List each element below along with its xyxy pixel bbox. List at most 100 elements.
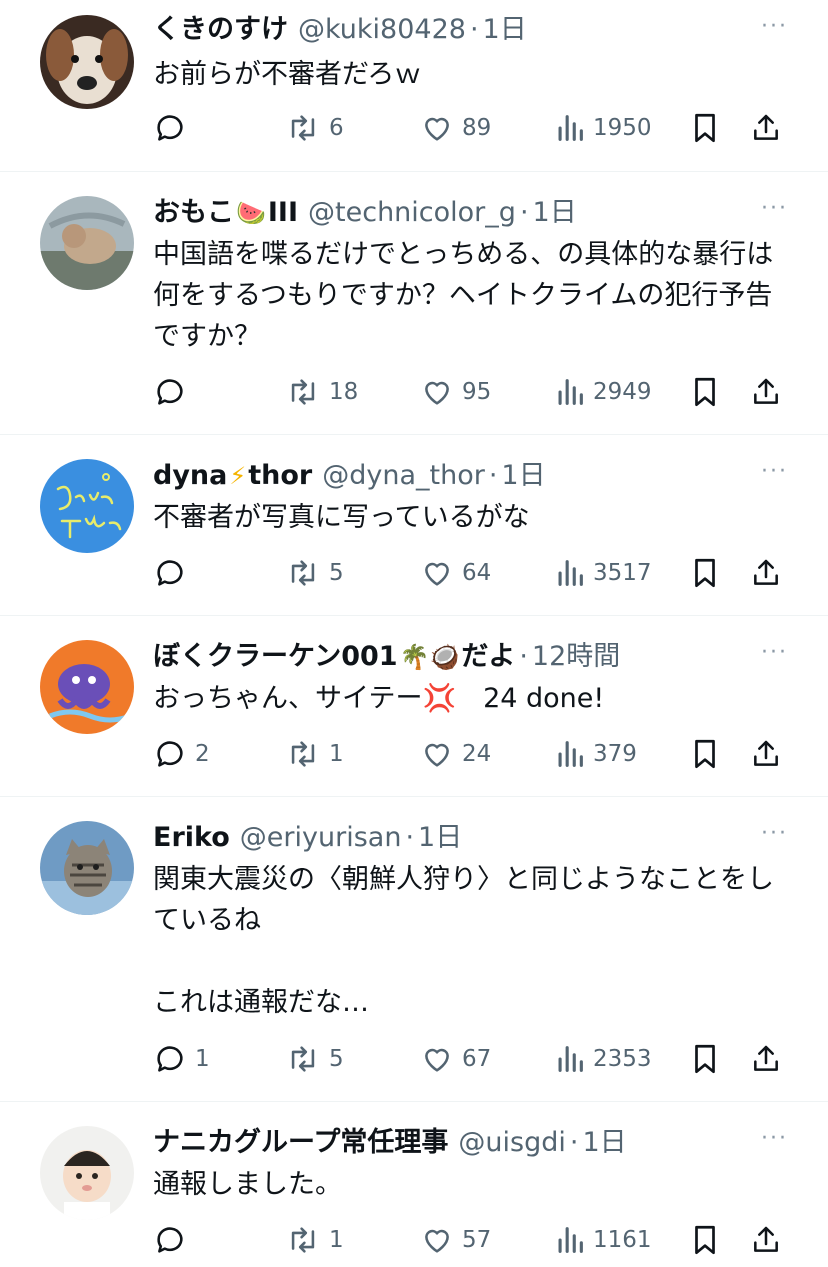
like-button[interactable]: 89 xyxy=(420,108,491,148)
share-button[interactable] xyxy=(750,372,782,412)
dyna-thor-logo-avatar[interactable] xyxy=(40,459,134,553)
baby-photo-avatar[interactable] xyxy=(40,1126,134,1220)
share-button[interactable] xyxy=(750,1220,782,1260)
bar-chart-icon xyxy=(558,379,583,405)
tweet[interactable]: dyna ⚡ thor @dyna_thor · 1日 ··· 不審者が写真に写… xyxy=(0,435,828,616)
dog-photo-avatar[interactable] xyxy=(40,15,134,109)
reply-button[interactable]: 1 xyxy=(153,1039,210,1079)
share-button[interactable] xyxy=(750,734,782,774)
bookmark-button[interactable] xyxy=(690,553,720,593)
display-name[interactable]: dyna xyxy=(153,459,227,493)
retweet-button[interactable]: 6 xyxy=(285,108,344,148)
lightning-emoji: ⚡ xyxy=(229,462,247,490)
like-button[interactable]: 24 xyxy=(420,734,491,774)
retweet-icon xyxy=(291,560,315,586)
retweet-button[interactable]: 5 xyxy=(285,553,344,593)
display-name[interactable]: Eriko xyxy=(153,821,230,855)
bookmark-button[interactable] xyxy=(690,372,720,412)
display-name[interactable]: ぼくクラーケン001 xyxy=(153,640,398,674)
more-options-icon[interactable]: ··· xyxy=(761,821,788,846)
reply-button[interactable] xyxy=(153,372,195,412)
handle[interactable]: @uisgdi xyxy=(458,1126,565,1160)
display-name[interactable]: くきのすけ xyxy=(153,13,288,47)
bookmark-icon xyxy=(695,1044,715,1074)
share-icon xyxy=(754,559,778,585)
reply-button[interactable] xyxy=(153,1220,195,1260)
reply-button[interactable] xyxy=(153,553,195,593)
more-options-icon[interactable]: ··· xyxy=(761,459,788,484)
bookmark-button[interactable] xyxy=(690,1220,720,1260)
views-button[interactable]: 379 xyxy=(555,734,637,774)
heart-icon xyxy=(425,743,449,767)
tweet[interactable]: ぼくクラーケン001 🌴🥥 だよ · 12時間 ··· おっちゃん、サイテー💢 … xyxy=(0,616,828,797)
timestamp[interactable]: 1日 xyxy=(418,821,462,855)
timestamp[interactable]: 1日 xyxy=(582,1126,626,1160)
like-button[interactable]: 64 xyxy=(420,553,491,593)
like-button[interactable]: 57 xyxy=(420,1220,491,1260)
heart-icon xyxy=(425,1229,449,1253)
reply-count: 2 xyxy=(195,741,210,767)
separator-dot: · xyxy=(569,1127,579,1158)
like-count: 64 xyxy=(462,560,492,586)
retweet-button[interactable]: 18 xyxy=(285,372,358,412)
views-button[interactable]: 1161 xyxy=(555,1220,652,1260)
bookmark-button[interactable] xyxy=(690,108,720,148)
bookmark-button[interactable] xyxy=(690,1039,720,1079)
like-button[interactable]: 95 xyxy=(420,372,491,412)
bookmark-button[interactable] xyxy=(690,734,720,774)
more-options-icon[interactable]: ··· xyxy=(761,640,788,665)
display-name-suffix: だよ xyxy=(461,641,516,672)
more-options-icon[interactable]: ··· xyxy=(761,1126,788,1151)
tweet[interactable]: おもこ 🍉 III @technicolor_g · 1日 ··· 中国語を喋る… xyxy=(0,172,828,435)
views-button[interactable]: 1950 xyxy=(555,108,652,148)
handle[interactable]: @technicolor_g xyxy=(308,196,516,230)
tweet[interactable]: くきのすけ @kuki80428 · 1日 ··· お前らが不審者だろｗ 6 8… xyxy=(0,0,828,172)
share-button[interactable] xyxy=(750,108,782,148)
heart-icon xyxy=(425,1048,449,1072)
retweet-count: 1 xyxy=(329,741,344,767)
handle[interactable]: @eriyurisan xyxy=(240,821,402,855)
bar-chart-icon xyxy=(558,1046,583,1072)
views-button[interactable]: 2949 xyxy=(555,372,652,412)
like-count: 67 xyxy=(462,1046,492,1072)
heart-icon xyxy=(425,562,449,586)
share-icon xyxy=(754,1226,778,1252)
reply-button[interactable] xyxy=(153,108,195,148)
views-button[interactable]: 3517 xyxy=(555,553,652,593)
cat-photo-avatar[interactable] xyxy=(40,196,134,290)
share-button[interactable] xyxy=(750,553,782,593)
views-button[interactable]: 2353 xyxy=(555,1039,652,1079)
timestamp[interactable]: 12時間 xyxy=(532,640,620,674)
retweet-button[interactable]: 1 xyxy=(285,1220,344,1260)
heart-icon xyxy=(425,381,449,405)
display-name[interactable]: ナニカグループ常任理事 xyxy=(153,1126,448,1160)
retweet-icon xyxy=(291,115,315,141)
more-options-icon[interactable]: ··· xyxy=(761,196,788,221)
bookmark-icon xyxy=(695,739,715,769)
tweet[interactable]: ナニカグループ常任理事 @uisgdi · 1日 ··· 通報しました。 1 5… xyxy=(0,1102,828,1266)
bookmark-icon xyxy=(695,113,715,143)
tweet[interactable]: Eriko @eriyurisan · 1日 ··· 関東大震災の〈朝鮮人狩り〉… xyxy=(0,797,828,1102)
retweet-icon xyxy=(291,379,315,405)
timestamp[interactable]: 1日 xyxy=(533,196,577,230)
kraken-avatar[interactable] xyxy=(40,640,134,734)
tweet-header: ぼくクラーケン001 🌴🥥 だよ · 12時間 xyxy=(153,616,788,678)
more-options-icon[interactable]: ··· xyxy=(761,14,788,39)
reply-icon xyxy=(157,560,183,586)
like-button[interactable]: 67 xyxy=(420,1039,491,1079)
retweet-icon xyxy=(291,1046,315,1072)
timestamp[interactable]: 1日 xyxy=(501,459,545,493)
share-icon xyxy=(754,114,778,140)
retweet-button[interactable]: 5 xyxy=(285,1039,344,1079)
reply-icon xyxy=(157,379,183,405)
handle[interactable]: @dyna_thor xyxy=(322,459,485,493)
handle[interactable]: @kuki80428 xyxy=(298,13,466,47)
share-button[interactable] xyxy=(750,1039,782,1079)
tabby-cat-avatar[interactable] xyxy=(40,821,134,915)
display-name[interactable]: おもこ xyxy=(153,196,234,230)
reply-button[interactable]: 2 xyxy=(153,734,210,774)
retweet-button[interactable]: 1 xyxy=(285,734,344,774)
tweet-text: 関東大震災の〈朝鮮人狩り〉と同じようなことをしているね これは通報だな… xyxy=(153,864,774,1018)
action-bar: 2 1 24 379 xyxy=(0,734,828,774)
timestamp[interactable]: 1日 xyxy=(483,13,527,47)
